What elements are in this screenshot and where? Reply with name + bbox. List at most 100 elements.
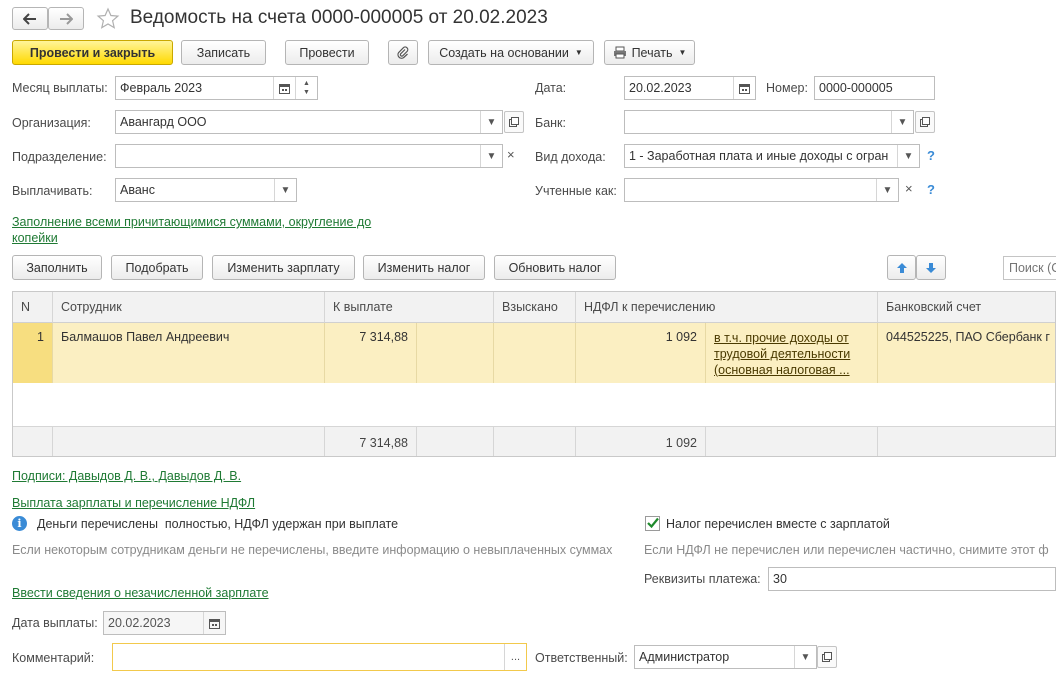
post-and-close-button[interactable]: Провести и закрыть — [12, 40, 173, 65]
move-up-button[interactable] — [887, 255, 916, 280]
print-label: Печать — [631, 45, 673, 60]
income-help-icon[interactable]: ? — [927, 148, 935, 163]
signatures-link[interactable]: Подписи: Давыдов Д. В., Давыдов Д. В. — [12, 469, 241, 483]
arrow-down-icon — [926, 262, 936, 273]
ndfl-note-link[interactable]: в т.ч. прочие доходы от трудовой деятель… — [714, 331, 850, 377]
account-cell[interactable]: 044525225, ПАО Сбербанк г — [878, 323, 1055, 383]
printer-icon — [613, 46, 626, 59]
window-title: Ведомость на счета 0000-000005 от 20.02.… — [130, 7, 548, 28]
chevron-down-icon[interactable]: ▼ — [480, 111, 502, 133]
open-icon — [920, 117, 930, 127]
payment-details-field[interactable]: 30 — [768, 567, 1056, 591]
favorite-star-button[interactable] — [96, 7, 120, 31]
clear-counted-as-icon[interactable]: × — [905, 181, 913, 196]
counted-as-help-icon[interactable]: ? — [927, 182, 935, 197]
chevron-down-icon[interactable]: ▼ — [876, 179, 898, 201]
paperclip-icon — [397, 45, 409, 59]
post-button[interactable]: Провести — [285, 40, 369, 65]
open-responsible-button[interactable] — [817, 646, 837, 668]
ndfl-note-cell[interactable]: в т.ч. прочие доходы от трудовой деятель… — [706, 323, 878, 383]
to-pay-cell[interactable]: 7 314,88 — [325, 323, 417, 383]
dropdown-arrow-icon: ▼ — [574, 48, 583, 57]
column-header-n[interactable]: N — [13, 292, 53, 323]
column-header-account[interactable]: Банковский счет — [878, 292, 1055, 323]
fill-settings-link[interactable]: Заполнение всеми причитающимися суммами,… — [12, 214, 371, 246]
employees-table[interactable]: N Сотрудник К выплате Взыскано НДФЛ к пе… — [12, 291, 1056, 457]
totals-extra-cell — [417, 426, 494, 456]
calendar-icon[interactable] — [203, 612, 225, 634]
totals-note-cell — [706, 426, 878, 456]
move-down-button[interactable] — [916, 255, 946, 280]
pay-type-label: Выплачивать: — [12, 184, 93, 198]
month-stepper[interactable]: ▲ ▼ — [295, 77, 317, 99]
tax-paid-checkbox[interactable] — [645, 516, 660, 531]
ndfl-note-line1: в т.ч. прочие доходы от — [714, 331, 849, 345]
chevron-down-icon[interactable]: ▼ — [897, 145, 919, 167]
number-field[interactable]: 0000-000005 — [814, 76, 935, 100]
create-based-on-label: Создать на основании — [439, 45, 569, 60]
save-button[interactable]: Записать — [181, 40, 266, 65]
more-options-icon[interactable]: ... — [504, 644, 526, 670]
chevron-down-icon[interactable]: ▼ — [891, 111, 913, 133]
collected-cell[interactable] — [494, 323, 576, 383]
forward-button[interactable] — [48, 7, 84, 30]
payment-details-value: 30 — [773, 572, 787, 586]
month-label: Месяц выплаты: — [12, 81, 108, 95]
row-number-cell[interactable]: 1 — [13, 323, 53, 383]
calendar-icon[interactable] — [733, 77, 755, 99]
create-based-on-button[interactable]: Создать на основании ▼ — [428, 40, 594, 65]
pay-date-value: 20.02.2023 — [108, 616, 171, 630]
clear-department-icon[interactable]: × — [507, 147, 515, 162]
to-pay-extra-cell[interactable] — [417, 323, 494, 383]
change-salary-button[interactable]: Изменить зарплату — [212, 255, 355, 280]
chevron-down-icon[interactable]: ▼ — [274, 179, 296, 201]
organization-field[interactable]: Авангард ООО ▼ — [115, 110, 503, 134]
date-label: Дата: — [535, 81, 567, 95]
responsible-label: Ответственный: — [535, 651, 628, 665]
counted-as-field[interactable]: ▼ — [624, 178, 899, 202]
info-icon: i — [12, 516, 27, 531]
responsible-field[interactable]: Администратор ▼ — [634, 645, 817, 669]
back-button[interactable] — [12, 7, 48, 30]
date-field[interactable]: 20.02.2023 — [624, 76, 756, 100]
attach-button[interactable] — [388, 40, 418, 65]
unaccrued-salary-link[interactable]: Ввести сведения о незачисленной зарплате — [12, 586, 269, 600]
column-header-collected[interactable]: Взыскано — [494, 292, 576, 323]
employee-cell[interactable]: Балмашов Павел Андреевич — [53, 323, 325, 383]
pay-date-field[interactable]: 20.02.2023 — [103, 611, 226, 635]
totals-n-cell — [13, 426, 53, 456]
tax-paid-label[interactable]: Налог перечислен вместе с зарплатой — [666, 517, 890, 531]
refresh-tax-button[interactable]: Обновить налог — [494, 255, 616, 280]
month-field[interactable]: Февраль 2023 ▲ ▼ — [115, 76, 318, 100]
arrow-left-icon — [23, 12, 36, 25]
ndfl-cell[interactable]: 1 092 — [576, 323, 706, 383]
income-type-value: 1 - Заработная плата и иные доходы с огр… — [629, 149, 889, 163]
open-bank-button[interactable] — [915, 111, 935, 133]
open-organization-button[interactable] — [504, 111, 524, 133]
print-button[interactable]: Печать ▼ — [604, 40, 695, 65]
payment-and-ndfl-link[interactable]: Выплата зарплаты и перечисление НДФЛ — [12, 496, 255, 510]
chevron-down-icon[interactable]: ▼ — [794, 646, 816, 668]
change-tax-button[interactable]: Изменить налог — [363, 255, 485, 280]
bank-field[interactable]: ▼ — [624, 110, 914, 134]
column-header-employee[interactable]: Сотрудник — [53, 292, 325, 323]
select-button[interactable]: Подобрать — [111, 255, 203, 280]
counted-as-label: Учтенные как: — [535, 184, 617, 198]
department-field[interactable]: ▼ — [115, 144, 503, 168]
chevron-down-icon[interactable]: ▼ — [480, 145, 502, 167]
comment-label: Комментарий: — [12, 651, 95, 665]
total-ndfl: 1 092 — [576, 426, 706, 456]
checkmark-icon — [647, 517, 659, 529]
search-input[interactable] — [1003, 256, 1056, 280]
star-icon — [96, 7, 120, 29]
column-header-ndfl[interactable]: НДФЛ к перечислению — [576, 292, 878, 323]
calendar-icon[interactable] — [273, 77, 295, 99]
comment-field[interactable]: ... — [112, 643, 527, 671]
organization-label: Организация: — [12, 116, 91, 130]
fill-button[interactable]: Заполнить — [12, 255, 102, 280]
income-type-field[interactable]: 1 - Заработная плата и иные доходы с огр… — [624, 144, 920, 168]
responsible-value: Администратор — [639, 650, 730, 664]
column-header-to-pay[interactable]: К выплате — [325, 292, 494, 323]
department-label: Подразделение: — [12, 150, 107, 164]
pay-type-field[interactable]: Аванс ▼ — [115, 178, 297, 202]
